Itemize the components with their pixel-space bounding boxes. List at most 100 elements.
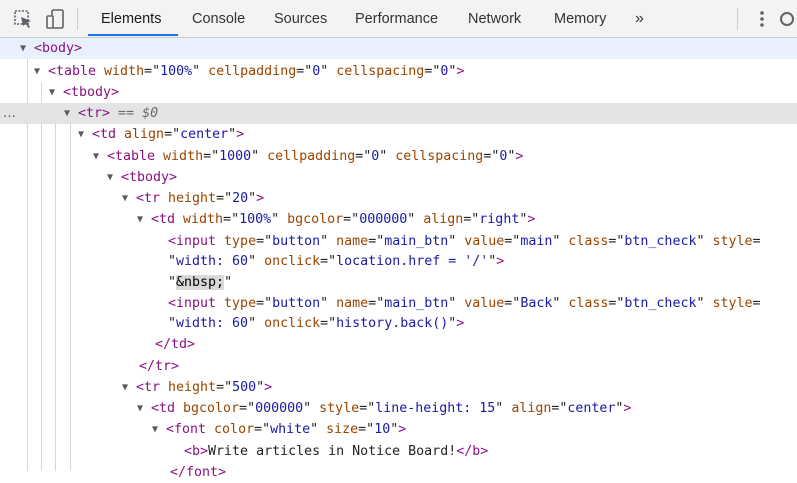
dom-token: color <box>214 422 255 437</box>
dom-token: =" <box>608 296 625 311</box>
dom-node-table[interactable]: <table width="1000" cellpadding="0" cell… <box>107 146 523 167</box>
dom-token: " <box>696 234 713 249</box>
dom-token: =" <box>203 149 220 164</box>
settings-icon[interactable] <box>777 9 797 29</box>
dom-node-tbody[interactable]: <tbody> <box>63 82 119 103</box>
dom-token: " <box>168 254 177 269</box>
dom-node-table[interactable]: <table width="100%" cellpadding="0" cell… <box>48 61 464 82</box>
dom-node-font-close[interactable]: </font> <box>170 462 226 483</box>
dom-token: " <box>224 275 233 290</box>
dom-token: " <box>552 296 569 311</box>
dom-token: type <box>224 234 257 249</box>
node-actions-ellipsis-icon[interactable]: … <box>3 103 16 124</box>
dom-node-body[interactable]: <body> <box>34 38 82 59</box>
dom-token: <b> <box>184 444 209 459</box>
active-tab-indicator <box>88 34 178 36</box>
expand-triangle-icon[interactable]: ▼ <box>122 377 128 398</box>
dom-token: > <box>456 316 465 331</box>
dom-token: size <box>326 422 359 437</box>
dom-node-tr-close[interactable]: </tr> <box>139 356 179 377</box>
dom-row[interactable] <box>0 82 797 103</box>
dom-token: " <box>379 149 396 164</box>
dom-row[interactable] <box>0 38 797 59</box>
expand-triangle-icon[interactable]: ▼ <box>78 124 84 145</box>
dom-token: =" <box>216 380 233 395</box>
dom-row[interactable] <box>0 334 797 355</box>
expand-triangle-icon[interactable]: ▼ <box>34 61 40 82</box>
expand-triangle-icon[interactable]: ▼ <box>64 103 70 124</box>
dom-node-tbody[interactable]: <tbody> <box>121 167 177 188</box>
dom-token: <tr <box>136 191 169 206</box>
more-tabs-icon[interactable]: » <box>635 0 644 38</box>
expand-triangle-icon[interactable]: ▼ <box>122 188 128 209</box>
dom-row[interactable] <box>0 462 797 483</box>
dom-node-input-main[interactable]: <input type="button" name="main_btn" val… <box>168 231 761 252</box>
dom-token: history.back() <box>336 316 449 331</box>
tab-console[interactable]: Console <box>192 0 245 37</box>
dom-token: onclick <box>264 316 321 331</box>
tab-memory[interactable]: Memory <box>554 0 606 37</box>
dom-token: 100% <box>160 64 193 79</box>
dom-token: > <box>256 191 265 206</box>
expand-triangle-icon[interactable]: ▼ <box>152 419 158 440</box>
dom-token: bgcolor <box>287 212 344 227</box>
dom-node-td[interactable]: <td align="center"> <box>92 124 244 145</box>
dom-row[interactable] <box>0 167 797 188</box>
dom-token: =" <box>296 64 313 79</box>
dom-row[interactable] <box>0 188 797 209</box>
expand-triangle-icon[interactable]: ▼ <box>20 38 26 59</box>
expand-triangle-icon[interactable]: ▼ <box>137 398 143 419</box>
dom-token: =" <box>343 212 360 227</box>
expand-triangle-icon[interactable]: ▼ <box>93 146 99 167</box>
toolbar-divider <box>737 8 738 30</box>
dom-token: button <box>272 296 321 311</box>
dom-token: btn_check <box>624 296 697 311</box>
dom-node-input-back[interactable]: <input type="button" name="main_btn" val… <box>168 293 761 314</box>
dom-row[interactable] <box>0 356 797 377</box>
tab-performance[interactable]: Performance <box>355 0 438 37</box>
tab-sources[interactable]: Sources <box>274 0 327 37</box>
dom-token: " <box>310 422 327 437</box>
dom-token: <input <box>168 234 225 249</box>
device-toolbar-icon[interactable] <box>44 8 66 30</box>
dom-token: > <box>398 422 407 437</box>
dom-token: " <box>320 296 337 311</box>
tab-network[interactable]: Network <box>468 0 521 37</box>
dom-node-td-close[interactable]: </td> <box>155 334 195 355</box>
dom-token: " <box>320 64 337 79</box>
expand-triangle-icon[interactable]: ▼ <box>137 209 143 230</box>
dom-token: main_btn <box>384 296 449 311</box>
dom-row[interactable] <box>0 377 797 398</box>
dom-node-font[interactable]: <font color="white" size="10"> <box>166 419 406 440</box>
dom-node-tr[interactable]: <tr height="20"> <box>136 188 264 209</box>
dom-token: " <box>248 316 265 331</box>
toolbar-divider <box>77 8 78 30</box>
dom-node-tr-selected[interactable]: <tr> == $0 <box>78 103 158 124</box>
dom-node-input-main-cont[interactable]: "width: 60" onclick="location.href = '/'… <box>168 251 504 272</box>
tab-elements[interactable]: Elements <box>101 0 161 37</box>
expand-triangle-icon[interactable]: ▼ <box>49 82 55 103</box>
dom-node-td[interactable]: <td bgcolor="000000" style="line-height:… <box>151 398 631 419</box>
dom-token: " <box>448 234 465 249</box>
dom-node-tr[interactable]: <tr height="500"> <box>136 377 272 398</box>
dom-token: =" <box>254 422 271 437</box>
dom-token: cellspacing <box>336 64 425 79</box>
dom-row[interactable] <box>0 272 797 293</box>
inspect-element-icon[interactable] <box>12 8 34 30</box>
expand-triangle-icon[interactable]: ▼ <box>107 167 113 188</box>
dom-token: Write articles in Notice Board! <box>208 444 457 459</box>
dom-token: </font> <box>170 465 227 480</box>
dom-token: =" <box>483 149 500 164</box>
dom-node-text-nbsp[interactable]: "&nbsp;" <box>168 272 232 293</box>
kebab-menu-icon[interactable] <box>755 10 769 28</box>
dom-token: value <box>464 296 505 311</box>
dom-token: class <box>568 296 609 311</box>
dom-node-td[interactable]: <td width="100%" bgcolor="000000" align=… <box>151 209 535 230</box>
dom-token: width <box>104 64 145 79</box>
dom-token: =" <box>239 401 256 416</box>
dom-token: <tbody> <box>63 85 120 100</box>
dom-node-b[interactable]: <b>Write articles in Notice Board!</b> <box>184 441 488 462</box>
dom-node-input-back-cont[interactable]: "width: 60" onclick="history.back()"> <box>168 313 464 334</box>
dom-token: type <box>224 296 257 311</box>
dom-token: = <box>752 296 761 311</box>
